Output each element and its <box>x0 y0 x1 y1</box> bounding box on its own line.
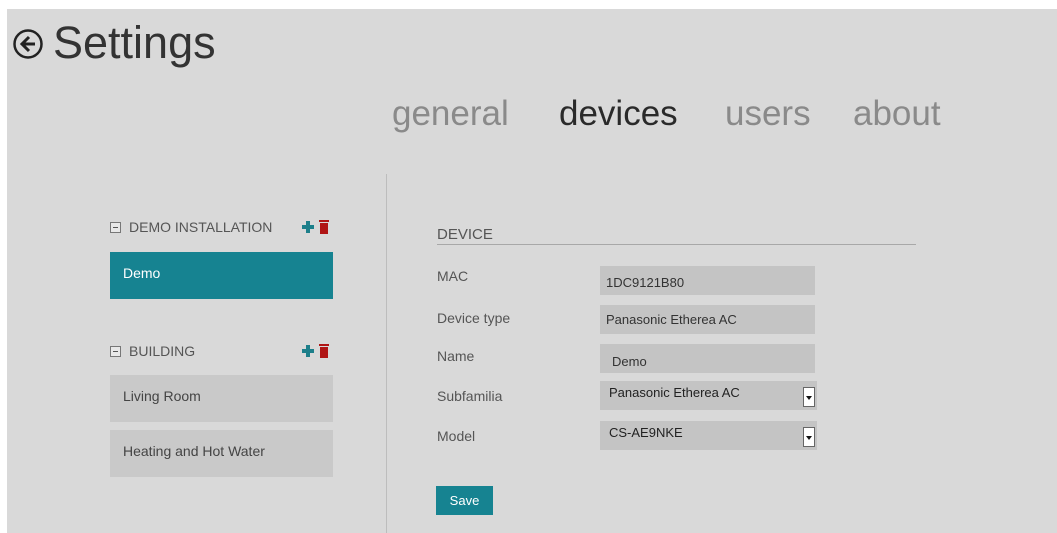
back-arrow-icon[interactable] <box>12 28 44 60</box>
save-button[interactable]: Save <box>436 486 493 515</box>
model-label: Model <box>437 428 476 444</box>
group-label: BUILDING <box>129 343 196 359</box>
delete-icon[interactable] <box>319 344 329 358</box>
name-input[interactable]: Demo <box>600 344 815 373</box>
tab-users[interactable]: users <box>725 94 811 134</box>
section-divider <box>437 244 916 245</box>
subfamilia-select[interactable]: Panasonic Etherea AC <box>600 381 817 410</box>
device-type-label: Device type <box>437 310 511 326</box>
subfamilia-label: Subfamilia <box>437 388 503 404</box>
chevron-down-icon[interactable] <box>803 387 815 407</box>
group-label: DEMO INSTALLATION <box>129 219 273 235</box>
tab-devices[interactable]: devices <box>559 94 678 134</box>
add-icon[interactable] <box>302 345 314 357</box>
model-value: CS-AE9NKE <box>609 425 683 440</box>
group-header-demo-installation[interactable]: DEMO INSTALLATION <box>110 217 272 237</box>
page-title: Settings <box>53 17 216 68</box>
subfamilia-value: Panasonic Etherea AC <box>609 385 740 400</box>
chevron-down-icon[interactable] <box>803 427 815 447</box>
mac-field: 1DC9121B80 <box>600 266 815 295</box>
mac-label: MAC <box>437 268 469 284</box>
section-title: DEVICE <box>437 226 493 243</box>
model-select[interactable]: CS-AE9NKE <box>600 421 817 450</box>
tab-general[interactable]: general <box>392 94 509 134</box>
sidebar-item-heating-and-hot-water[interactable]: Heating and Hot Water <box>110 430 333 477</box>
delete-icon[interactable] <box>319 220 329 234</box>
device-type-field: Panasonic Etherea AC <box>600 305 815 334</box>
collapse-icon[interactable] <box>110 345 121 357</box>
group-header-building[interactable]: BUILDING <box>110 341 195 361</box>
sidebar-item-demo[interactable]: Demo <box>110 252 333 299</box>
collapse-icon[interactable] <box>110 221 121 233</box>
name-label: Name <box>437 348 475 364</box>
sidebar-item-living-room[interactable]: Living Room <box>110 375 333 422</box>
add-icon[interactable] <box>302 221 314 233</box>
vertical-divider <box>386 174 387 533</box>
tab-about[interactable]: about <box>853 94 941 134</box>
